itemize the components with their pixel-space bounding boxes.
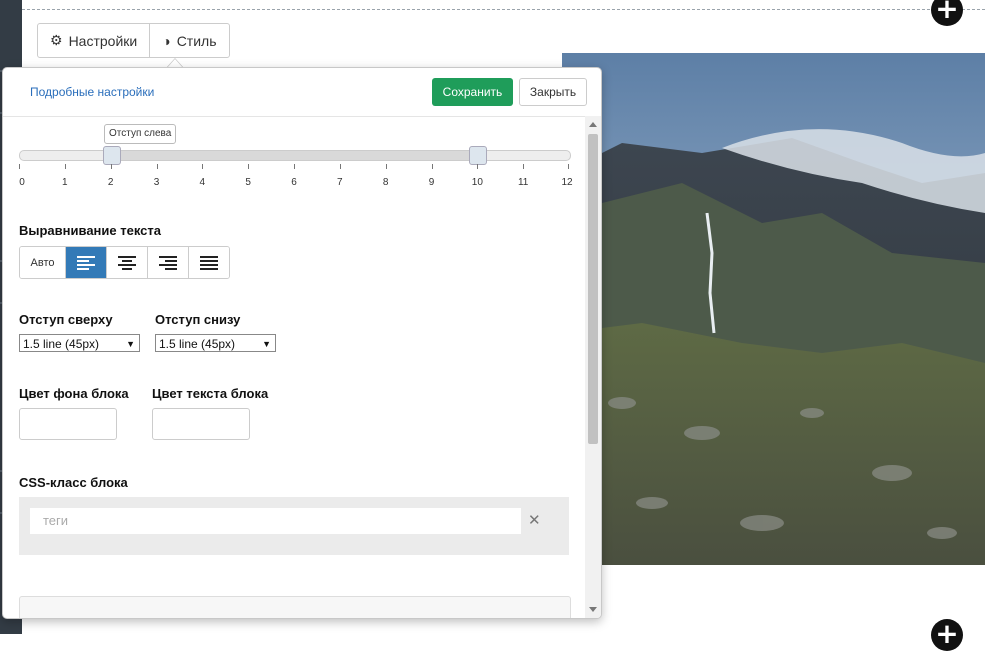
slider-tick (523, 164, 525, 169)
slider-tick-label: 11 (517, 177, 529, 188)
slider-tick (64, 164, 66, 169)
slider-tick (431, 164, 433, 169)
slider-tick (202, 164, 204, 169)
next-field-box (19, 596, 571, 618)
slider-tick-label: 1 (62, 177, 68, 188)
slider-tick-label: 12 (561, 177, 573, 188)
padding-top-value: 1.5 line (45px) (23, 337, 100, 351)
slider-range (111, 151, 479, 160)
slider-tick-label: 9 (428, 177, 435, 188)
text-align-group: Авто (19, 246, 230, 279)
style-popover: Подробные настройки Сохранить Закрыть От… (2, 67, 602, 619)
slider-tick (110, 164, 112, 169)
slider-tooltip: Отступ слева (104, 124, 177, 144)
align-right-icon (159, 255, 177, 270)
slider-tick (568, 164, 569, 169)
slider-tick (339, 164, 341, 169)
slider-tick (385, 164, 387, 169)
scroll-up-arrow-icon[interactable] (589, 122, 597, 127)
align-left-icon (77, 255, 95, 270)
padding-bottom-label: Отступ снизу (155, 312, 241, 327)
add-block-bottom-icon[interactable]: + (931, 619, 963, 651)
padding-top-select[interactable]: 1.5 line (45px) ▼ (19, 334, 140, 352)
css-class-tags-input[interactable]: теги (30, 508, 521, 534)
text-color-label: Цвет текста блока (152, 386, 269, 401)
align-right-button[interactable] (147, 247, 188, 278)
gear-icon: ⚙ (50, 32, 63, 48)
slider-tick-label: 6 (291, 177, 297, 188)
tab-settings[interactable]: ⚙ Настройки (38, 24, 149, 57)
popover-header: Подробные настройки Сохранить Закрыть (3, 68, 601, 117)
align-justify-button[interactable] (188, 247, 229, 278)
mountain-photo (562, 53, 985, 565)
bg-color-label: Цвет фона блока (19, 386, 129, 401)
dropdown-arrow-icon: ▼ (126, 339, 135, 349)
slider-handle-right[interactable] (469, 146, 488, 165)
tab-style-label: Стиль (176, 32, 217, 49)
slider-scale: 0 1 2 3 4 5 6 7 8 9 10 11 12 (19, 164, 573, 194)
dropdown-arrow-icon: ▼ (262, 339, 271, 349)
save-button[interactable]: Сохранить (432, 78, 513, 106)
close-icon[interactable]: ✕ (528, 511, 541, 529)
align-center-icon (118, 255, 136, 270)
text-align-label: Выравнивание текста (19, 223, 161, 238)
slider-tick-label: 7 (337, 177, 343, 188)
bg-color-input[interactable] (19, 408, 117, 440)
slider-tick (156, 164, 158, 169)
slider-tick-label: 4 (199, 177, 206, 188)
slider-tick-label: 2 (107, 177, 114, 188)
tab-settings-label: Настройки (68, 32, 138, 49)
padding-top-label: Отступ сверху (19, 312, 113, 327)
scroll-down-arrow-icon[interactable] (589, 607, 597, 612)
align-auto-button[interactable]: Авто (20, 247, 65, 278)
align-center-button[interactable] (106, 247, 147, 278)
column-range-slider[interactable] (19, 146, 571, 165)
slider-tick-label: 0 (19, 177, 25, 188)
align-justify-icon (200, 255, 218, 270)
slider-handle-left[interactable] (102, 146, 121, 165)
tab-style[interactable]: ◑ Стиль (149, 24, 228, 57)
css-class-label: CSS-класс блока (19, 475, 128, 490)
slider-tick-label: 3 (153, 177, 160, 188)
advanced-settings-link[interactable]: Подробные настройки (30, 85, 154, 99)
block-boundary-line (22, 9, 985, 10)
padding-bottom-value: 1.5 line (45px) (159, 337, 236, 351)
half-circle-icon: ◑ (162, 32, 171, 49)
slider-tick-label: 8 (382, 177, 389, 188)
block-settings-tabs: ⚙ Настройки ◑ Стиль (37, 23, 230, 58)
slider-tick-label: 5 (245, 177, 251, 188)
popover-scrollbar[interactable] (585, 116, 601, 618)
slider-tick (294, 164, 295, 169)
add-block-top-icon[interactable]: + (931, 0, 963, 26)
slider-tick-label: 10 (471, 177, 483, 188)
scrollbar-thumb[interactable] (588, 134, 598, 444)
align-left-button[interactable] (65, 247, 106, 278)
close-button[interactable]: Закрыть (519, 78, 587, 106)
css-class-tag-box: теги ✕ (19, 497, 569, 555)
slider-tick (19, 164, 20, 169)
padding-bottom-select[interactable]: 1.5 line (45px) ▼ (155, 334, 276, 352)
text-color-input[interactable] (152, 408, 250, 440)
slider-tick (248, 164, 250, 169)
slider-tick (477, 164, 479, 169)
